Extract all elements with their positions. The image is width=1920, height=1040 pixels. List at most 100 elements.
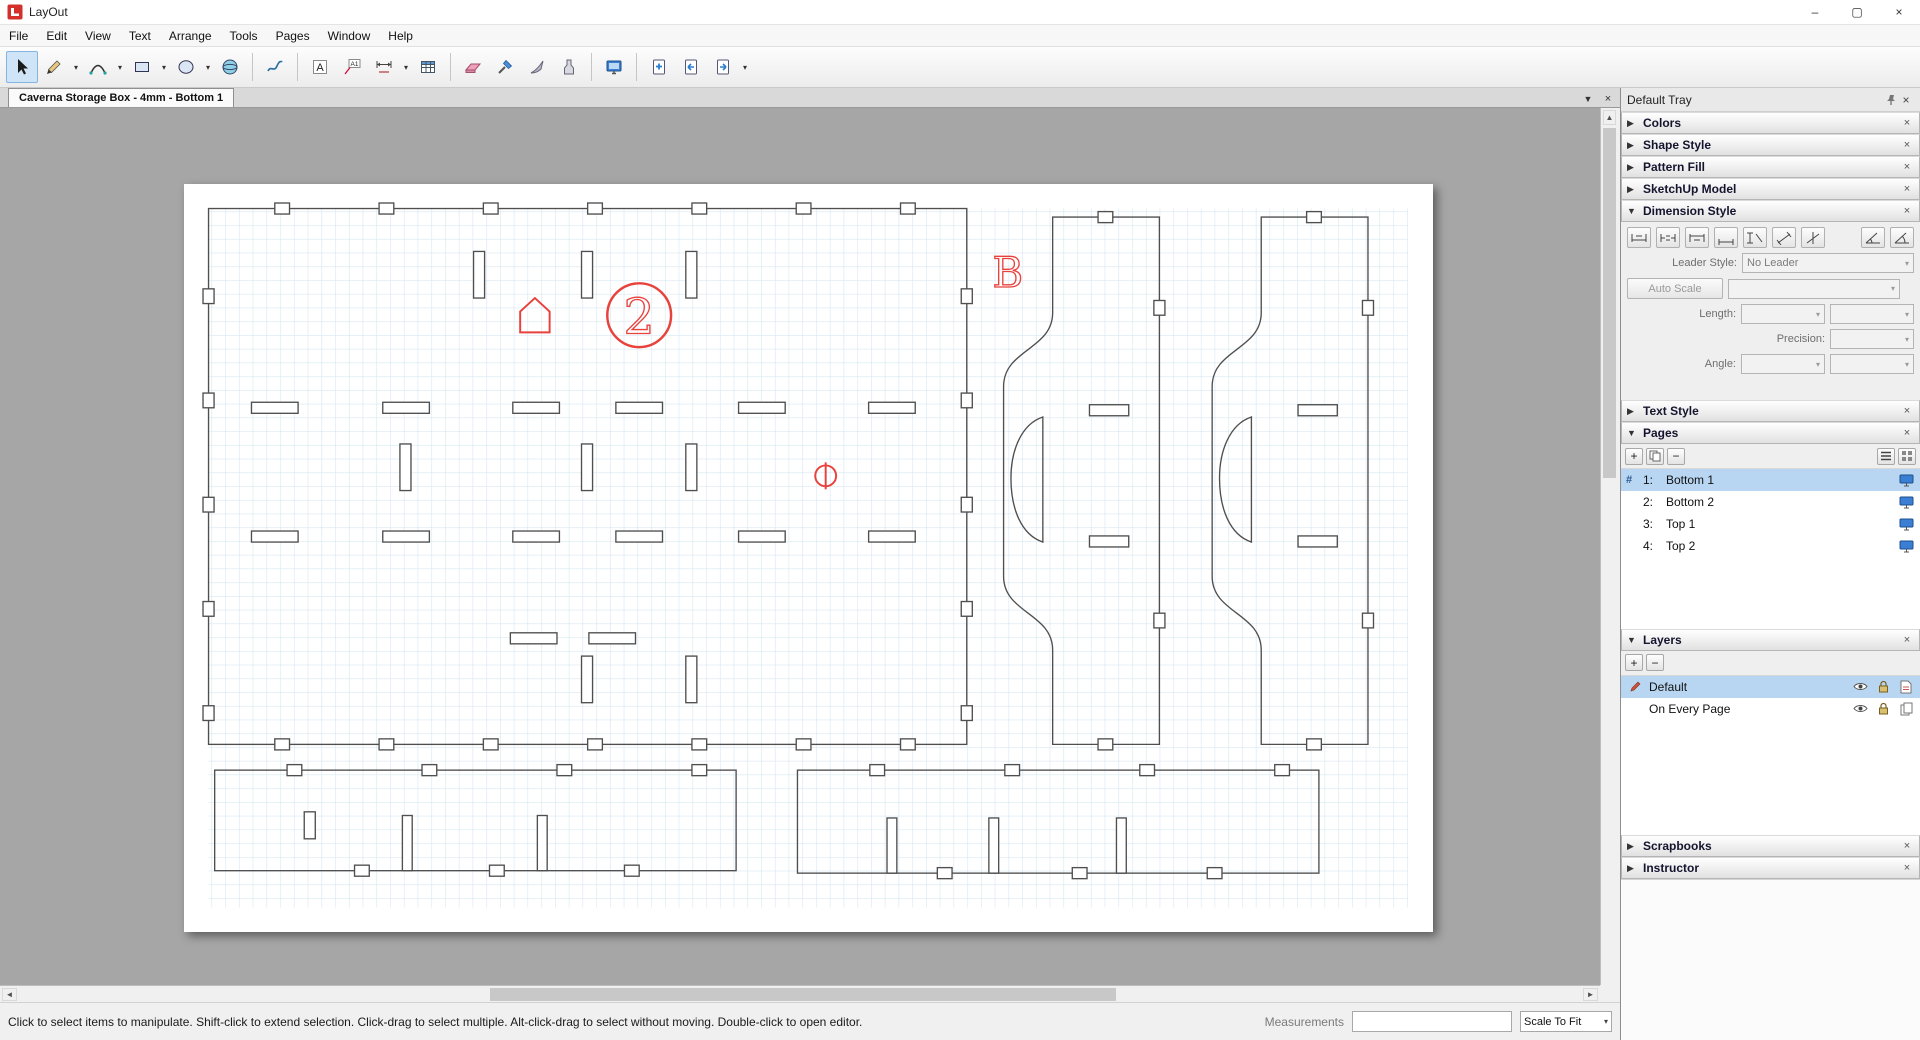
menu-text[interactable]: Text (120, 25, 160, 47)
layer-visibility-eye-icon[interactable] (1851, 679, 1869, 695)
add-layer-button[interactable]: + (1625, 654, 1643, 672)
collapse-arrow-icon[interactable]: ▼ (1627, 635, 1638, 645)
collapse-arrow-icon[interactable]: ▼ (1627, 428, 1638, 438)
toolbar-overflow-dropdown[interactable]: ▾ (739, 51, 751, 83)
angle-format-dropdown[interactable]: ▾ (1741, 354, 1825, 374)
menu-tools[interactable]: Tools (221, 25, 267, 47)
panel-close-icon[interactable]: × (1900, 183, 1914, 195)
menu-arrange[interactable]: Arrange (160, 25, 221, 47)
panel-close-icon[interactable]: × (1900, 139, 1914, 151)
layer-row-default[interactable]: Default (1621, 675, 1920, 698)
panel-pages[interactable]: ▼ Pages × (1621, 422, 1920, 444)
start-presentation-button[interactable] (598, 51, 630, 83)
horizontal-scroll-thumb[interactable] (490, 988, 1116, 1001)
line-tool-dropdown[interactable]: ▾ (70, 51, 82, 83)
rectangle-tool-button[interactable] (126, 51, 158, 83)
layer-row-on-every-page[interactable]: On Every Page (1621, 698, 1920, 720)
panel-colors[interactable]: ▶ Colors × (1621, 112, 1920, 134)
page-row-top-1[interactable]: 3: Top 1 (1621, 513, 1920, 535)
panel-sketchup-model[interactable]: ▶ SketchUp Model × (1621, 178, 1920, 200)
panel-pattern-fill[interactable]: ▶ Pattern Fill × (1621, 156, 1920, 178)
zoom-scale-dropdown[interactable]: Scale To Fit ▾ (1520, 1011, 1612, 1032)
tab-list-dropdown[interactable]: ▼ (1580, 91, 1596, 107)
split-tool-button[interactable] (521, 51, 553, 83)
presentation-include-icon[interactable] (1897, 538, 1915, 554)
pin-icon[interactable] (1884, 93, 1898, 107)
layer-shared-sheets-icon[interactable] (1897, 701, 1915, 717)
maximize-button[interactable]: ▢ (1836, 0, 1878, 25)
expand-arrow-icon[interactable]: ▶ (1627, 118, 1638, 129)
panel-close-icon[interactable]: × (1900, 405, 1914, 417)
laser-cut-drawing[interactable]: B 2 (184, 184, 1433, 932)
add-page-list-button[interactable]: + (1625, 447, 1643, 465)
panel-close-icon[interactable]: × (1900, 205, 1914, 217)
text-tool-button[interactable]: A (304, 51, 336, 83)
panel-scrapbooks[interactable]: ▶ Scrapbooks × (1621, 835, 1920, 858)
auto-scale-button[interactable]: Auto Scale (1627, 278, 1723, 299)
style-tool-button[interactable] (489, 51, 521, 83)
horizontal-scrollbar[interactable]: ◄ ► (0, 985, 1600, 1002)
vertical-scroll-thumb[interactable] (1603, 128, 1616, 478)
panel-close-icon[interactable]: × (1900, 117, 1914, 129)
dim-angle-outer-button[interactable] (1890, 227, 1914, 248)
layer-visibility-eye-icon[interactable] (1851, 701, 1869, 717)
dimension-scale-dropdown[interactable]: ▾ (1728, 278, 1900, 299)
dim-aligned-button[interactable] (1772, 227, 1796, 248)
panel-dimension-style[interactable]: ▼ Dimension Style × (1621, 200, 1920, 222)
precision-dropdown[interactable]: ▾ (1830, 329, 1914, 349)
previous-page-button[interactable] (675, 51, 707, 83)
add-page-button[interactable] (643, 51, 675, 83)
dimension-tool-button[interactable] (368, 51, 400, 83)
dim-perpendicular-button[interactable] (1801, 227, 1825, 248)
page-row-top-2[interactable]: 4: Top 2 (1621, 535, 1920, 557)
panel-close-icon[interactable]: × (1900, 427, 1914, 439)
panel-shape-style[interactable]: ▶ Shape Style × (1621, 134, 1920, 156)
menu-window[interactable]: Window (319, 25, 380, 47)
expand-arrow-icon[interactable]: ▶ (1627, 863, 1638, 874)
dim-align-below-button[interactable] (1685, 227, 1709, 248)
panel-layers[interactable]: ▼ Layers × (1621, 628, 1920, 651)
panel-text-style[interactable]: ▶ Text Style × (1621, 400, 1920, 422)
menu-edit[interactable]: Edit (37, 25, 76, 47)
select-tool-button[interactable] (6, 51, 38, 83)
scroll-right-button[interactable]: ► (1583, 988, 1598, 1001)
remove-layer-button[interactable]: − (1646, 654, 1664, 672)
layout-page[interactable]: B 2 (184, 184, 1433, 932)
next-page-button[interactable] (707, 51, 739, 83)
dimension-tool-dropdown[interactable]: ▾ (400, 51, 412, 83)
dim-horizontal-button[interactable] (1714, 227, 1738, 248)
menu-pages[interactable]: Pages (267, 25, 319, 47)
dim-align-center-button[interactable] (1656, 227, 1680, 248)
menu-view[interactable]: View (76, 25, 120, 47)
close-button[interactable]: × (1878, 0, 1920, 25)
expand-arrow-icon[interactable]: ▶ (1627, 162, 1638, 173)
panel-close-icon[interactable]: × (1900, 161, 1914, 173)
menu-help[interactable]: Help (379, 25, 422, 47)
arc-tool-dropdown[interactable]: ▾ (114, 51, 126, 83)
expand-arrow-icon[interactable]: ▶ (1627, 140, 1638, 151)
measurements-input[interactable] (1352, 1011, 1512, 1032)
remove-page-button[interactable]: − (1667, 447, 1685, 465)
page-row-bottom-2[interactable]: 2: Bottom 2 (1621, 491, 1920, 513)
panel-close-icon[interactable]: × (1900, 634, 1914, 646)
scroll-up-button[interactable]: ▲ (1603, 110, 1616, 125)
scroll-left-button[interactable]: ◄ (2, 988, 17, 1001)
document-tab-active[interactable]: Caverna Storage Box - 4mm - Bottom 1 (8, 88, 235, 107)
expand-arrow-icon[interactable]: ▶ (1627, 406, 1638, 417)
page-list-view-button[interactable] (1877, 447, 1895, 465)
menu-file[interactable]: File (0, 25, 37, 47)
circle-tool-button[interactable] (170, 51, 202, 83)
dim-align-above-button[interactable] (1627, 227, 1651, 248)
leader-style-dropdown[interactable]: No Leader ▾ (1742, 253, 1914, 273)
tab-close-button[interactable]: × (1600, 91, 1616, 107)
vertical-scrollbar[interactable]: ▲ ▼ (1600, 108, 1617, 1002)
circle-tool-dropdown[interactable]: ▾ (202, 51, 214, 83)
panel-close-icon[interactable]: × (1900, 840, 1914, 852)
page-row-bottom-1[interactable]: # 1: Bottom 1 (1621, 469, 1920, 491)
dim-vertical-button[interactable] (1743, 227, 1767, 248)
table-tool-button[interactable] (412, 51, 444, 83)
presentation-include-icon[interactable] (1897, 494, 1915, 510)
page-grid-view-button[interactable] (1898, 447, 1916, 465)
panel-instructor[interactable]: ▶ Instructor × (1621, 857, 1920, 880)
rectangle-tool-dropdown[interactable]: ▾ (158, 51, 170, 83)
